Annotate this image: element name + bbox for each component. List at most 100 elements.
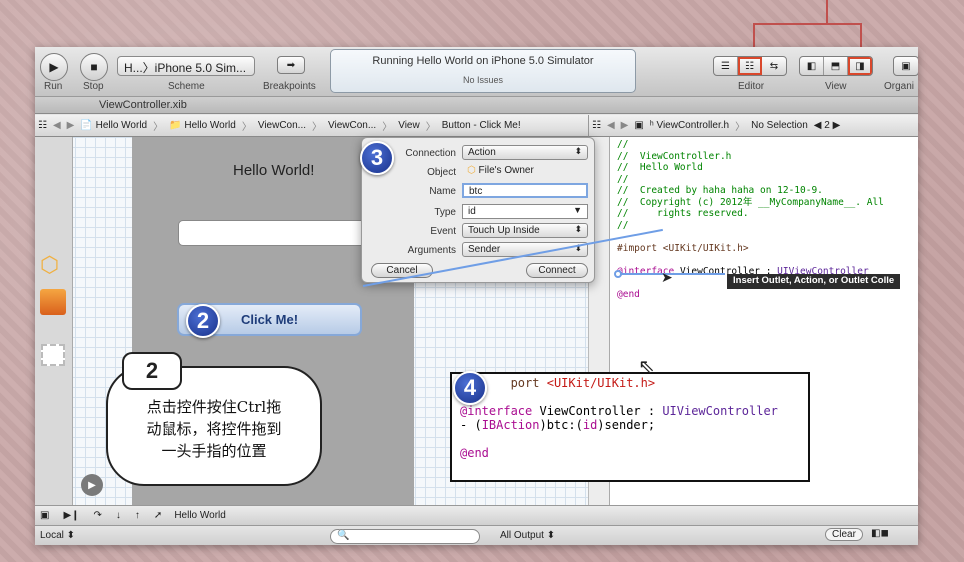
connect-button[interactable]: Connect <box>526 263 588 278</box>
code-line-1: // <box>617 139 629 150</box>
event-label: Event <box>430 226 456 237</box>
placeholder-cube-icon[interactable]: ⬡ <box>40 252 66 278</box>
chevron-right-icon: 〉 <box>382 122 393 133</box>
variables-search-input[interactable]: 🔍 <box>330 529 480 544</box>
layout-toggle-icon[interactable]: ◧◼ <box>871 528 889 539</box>
name-input[interactable]: btc <box>462 183 588 198</box>
connection-popover: Connection Action ⬍ Object ⬡ File's Owner… <box>361 137 595 283</box>
navigator-toggle-icon[interactable]: ◧ <box>800 57 824 75</box>
result-interface-keyword: @interface <box>460 404 533 418</box>
jumpbar-item-file[interactable]: ʰ ViewController.h <box>650 120 729 131</box>
scheme-label: Scheme <box>168 81 205 92</box>
hello-world-label[interactable]: Hello World! <box>233 162 314 179</box>
chevron-right-icon: 〉 <box>425 122 436 133</box>
result-action-end: )sender; <box>597 418 656 432</box>
pointer-cursor-icon: ⇖ <box>638 356 655 378</box>
location-icon[interactable]: ➚ <box>154 510 162 521</box>
stop-button[interactable]: ■ <box>80 53 108 81</box>
jumpbar-item-folder[interactable]: 📁 Hello World <box>169 120 236 131</box>
instruction-line-3: 一头手指的位置 <box>161 442 267 460</box>
breakpoints-button[interactable]: ➡ <box>277 56 305 74</box>
organizer-button[interactable]: ▣ <box>893 56 918 76</box>
standard-editor-icon[interactable]: ☰ <box>714 57 738 75</box>
result-action-mid: )btc:( <box>539 418 583 432</box>
view-segmented-control[interactable]: ◧ ⬒ ◨ <box>799 56 873 76</box>
version-editor-icon[interactable]: ⇆ <box>762 57 786 75</box>
jumpbar-counter[interactable]: ◀ 2 ▶ <box>814 120 841 131</box>
related-items-icon[interactable]: ☷ <box>592 120 601 131</box>
chevron-right-icon: 〉 <box>735 122 746 133</box>
files-owner-small-icon: ⬡ <box>467 165 476 176</box>
result-code: port <UIKit/UIKit.h> @interface ViewCont… <box>460 376 778 460</box>
result-ibaction: IBAction <box>481 418 540 432</box>
instruction-line-2: 动鼠标，将控件拖到 <box>146 420 282 438</box>
tab-viewcontroller-xib[interactable]: ViewController.xib <box>77 97 257 114</box>
arrow-cursor-icon: ➤ <box>661 269 673 285</box>
bottom-bar: Local ⬍ 🔍 All Output ⬍ Clear ◧◼ <box>35 525 918 545</box>
counterparts-icon[interactable]: ▣ <box>634 120 643 131</box>
assistant-editor-icon[interactable]: ☷ <box>738 57 762 75</box>
code-line-8: // <box>617 219 629 231</box>
forward-arrow-icon[interactable]: ▶ <box>621 120 629 131</box>
run-label: Run <box>44 81 63 92</box>
play-icon: ▶ <box>49 60 59 74</box>
debug-target: Hello World <box>174 510 226 521</box>
ios-text-field[interactable] <box>178 220 368 246</box>
instruction-line-1: 点击控件按住Ctrl拖 <box>146 398 282 416</box>
step-3-marker: 3 <box>360 141 394 175</box>
editor-segmented-control[interactable]: ☰ ☷ ⇆ <box>713 56 787 76</box>
debug-area-toggle-icon[interactable]: ⬒ <box>824 57 848 75</box>
clear-button[interactable]: Clear <box>825 528 863 541</box>
chevron-right-icon: 〉 <box>153 122 164 133</box>
breakpoint-icon: ➡ <box>286 59 296 71</box>
jumpbar-item-button[interactable]: Button - Click Me! <box>442 120 521 131</box>
dock-play-icon[interactable]: ▶ <box>81 474 103 496</box>
scope-select[interactable]: Local ⬍ <box>40 530 75 541</box>
forward-arrow-icon[interactable]: ▶ <box>67 120 75 131</box>
jumpbar-item-viewcontroller[interactable]: ViewCon... <box>328 120 376 131</box>
jumpbar-item-view[interactable]: View <box>398 120 420 131</box>
name-row: Name btc <box>362 183 594 201</box>
files-owner-cube-icon[interactable] <box>40 289 66 315</box>
related-items-icon[interactable]: ☷ <box>38 120 47 131</box>
step-over-icon[interactable]: ↷ <box>94 510 102 521</box>
organizer-icon[interactable]: ▣ <box>894 57 918 75</box>
event-select[interactable]: Touch Up Inside ⬍ <box>462 223 588 238</box>
event-row: Event Touch Up Inside ⬍ <box>362 223 594 241</box>
view-object-icon[interactable] <box>41 344 65 366</box>
scheme-selector[interactable]: H...〉iPhone 5.0 Sim... <box>117 56 255 76</box>
hide-debug-icon[interactable]: ▣ <box>40 510 49 521</box>
chevron-down-icon[interactable]: ▼ <box>573 205 582 215</box>
continue-icon[interactable]: ▶❙ <box>63 510 79 521</box>
jumpbar-item-xib[interactable]: ViewCon... <box>258 120 306 131</box>
code-line-4: // <box>617 173 629 185</box>
jumpbar-item-project[interactable]: 📄 Hello World <box>80 120 147 131</box>
code-line-6: // Copyright (c) 2012年 __MyCompanyName__… <box>617 196 884 208</box>
callout-line-horizontal <box>753 23 862 25</box>
connection-select[interactable]: Action ⬍ <box>462 145 588 160</box>
object-value: ⬡ File's Owner <box>467 165 534 176</box>
jumpbar-item-selection[interactable]: No Selection <box>751 120 808 131</box>
back-arrow-icon[interactable]: ◀ <box>607 120 615 131</box>
type-combo[interactable]: id ▼ <box>462 204 588 219</box>
output-select[interactable]: All Output ⬍ <box>500 530 555 541</box>
jumpbar-left: ☷ ◀ ▶ 📄 Hello World 〉 📁 Hello World 〉 Vi… <box>35 115 588 137</box>
back-arrow-icon[interactable]: ◀ <box>53 120 61 131</box>
updown-arrow-icon: ⬍ <box>574 224 582 234</box>
cancel-button[interactable]: Cancel <box>371 263 433 278</box>
type-label: Type <box>434 207 456 218</box>
breakpoints-label: Breakpoints <box>263 81 316 92</box>
type-row: Type id ▼ <box>362 204 594 222</box>
updown-arrow-icon: ⬍ <box>574 146 582 156</box>
utilities-toggle-icon[interactable]: ◨ <box>848 57 872 75</box>
code-line-5: // Created by haha haha on 12-10-9. <box>617 185 823 196</box>
result-interface-superclass: UIViewController <box>662 404 778 418</box>
editor-label: Editor <box>738 81 765 92</box>
connection-row: Connection Action ⬍ <box>362 145 594 163</box>
result-end-keyword: @end <box>460 446 489 460</box>
step-into-icon[interactable]: ↓ <box>116 510 121 521</box>
run-button[interactable]: ▶ <box>40 53 68 81</box>
result-interface-name: ViewController : <box>539 404 663 418</box>
step-out-icon[interactable]: ↑ <box>135 510 140 521</box>
chevron-right-icon: 〉 <box>312 122 323 133</box>
